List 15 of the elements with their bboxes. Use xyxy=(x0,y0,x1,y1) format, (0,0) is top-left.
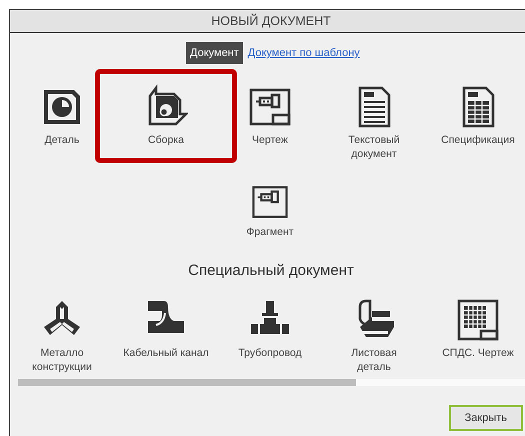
close-button[interactable]: Закрыть xyxy=(448,405,523,431)
window-title: НОВЫЙ ДОКУМЕНТ xyxy=(211,14,331,28)
tab[interactable]: Документ по шаблону xyxy=(248,47,360,59)
scrollbar[interactable] xyxy=(18,379,525,386)
document-type-tile[interactable]: Металло конструкции xyxy=(10,291,114,375)
document-type-tile[interactable]: Фрагмент xyxy=(218,176,322,240)
document-type-tile[interactable]: Текстовый документ xyxy=(322,78,426,162)
section-heading: Специальный документ xyxy=(187,262,355,279)
document-type-tile[interactable]: Трубопровод xyxy=(218,291,322,375)
tab[interactable]: Документ xyxy=(186,42,243,64)
document-type-tile[interactable]: Листовая деталь xyxy=(322,291,426,375)
document-type-tile[interactable]: СПДС. Чертеж xyxy=(426,291,525,375)
building-drawing-icon xyxy=(456,297,500,341)
document-type-tile[interactable]: Спецификация xyxy=(426,78,525,162)
document-type-tile[interactable]: Кабельный канал xyxy=(114,291,218,375)
